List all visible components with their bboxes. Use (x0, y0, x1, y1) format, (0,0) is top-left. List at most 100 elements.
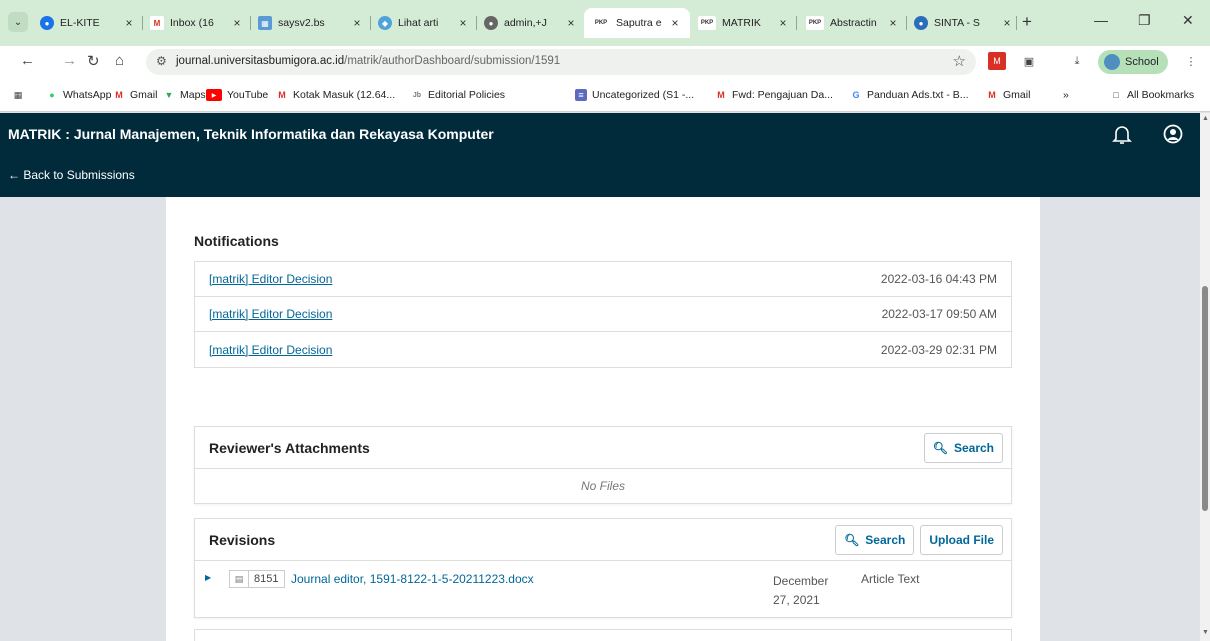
all-bookmarks[interactable]: □ All Bookmarks (1110, 89, 1194, 101)
notification-date: 2022-03-16 04:43 PM (880, 272, 997, 286)
list-item: [matrik] Editor Decision 2022-03-17 09:5… (195, 297, 1011, 332)
reviewer-attachments-panel: Reviewer's Attachments 🔍︎ Search No Files (194, 426, 1012, 504)
tab-title: MATRIK (722, 17, 761, 29)
scroll-down-icon[interactable]: ▼ (1202, 629, 1209, 636)
file-name-link[interactable]: Journal editor, 1591-8122-1-5-20211223.d… (291, 572, 534, 586)
next-panel (194, 629, 1012, 641)
diamond-icon: ◆ (378, 16, 392, 30)
browser-tab[interactable]: ● SINTA - S × (914, 12, 1014, 34)
whatsapp-icon: ● (49, 90, 55, 100)
pkp-icon: PKP (592, 16, 610, 30)
restore-icon[interactable]: ❐ (1138, 12, 1151, 29)
close-icon[interactable]: × (886, 16, 900, 30)
bookmark-fwd[interactable]: M Fwd: Pengajuan Da... (715, 89, 833, 101)
upload-file-button[interactable]: Upload File (920, 524, 1003, 555)
reviewer-attachments-title: Reviewer's Attachments (209, 439, 370, 456)
bookmark-panduan[interactable]: G Panduan Ads.txt - B... (850, 89, 968, 101)
download-icon[interactable]: ⤓ (1068, 52, 1086, 70)
browser-tab[interactable]: ◆ Lihat arti × (378, 12, 470, 34)
close-icon[interactable]: × (456, 16, 470, 30)
menu-kebab-icon[interactable]: ⋮ (1182, 52, 1200, 70)
page-scrollbar[interactable]: ▲ ▼ (1200, 113, 1210, 641)
close-window-icon[interactable]: ✕ (1182, 12, 1194, 29)
close-icon[interactable]: × (1000, 16, 1014, 30)
bookmark-editorial-policies[interactable]: Jb Editorial Policies (411, 89, 505, 101)
notification-link[interactable]: [matrik] Editor Decision (209, 307, 332, 321)
revisions-search-button[interactable]: 🔍︎ Search (835, 524, 915, 555)
gmail-icon: M (278, 90, 286, 100)
browser-tab[interactable]: PKP MATRIK × (698, 12, 790, 34)
bookmark-star-icon[interactable]: ☆ (953, 52, 966, 70)
user-account-icon[interactable] (1163, 124, 1183, 144)
profile-button[interactable]: School (1098, 50, 1168, 74)
bookmark-gmail-2[interactable]: M Gmail (986, 89, 1030, 101)
url-text: journal.universitasbumigora.ac.id/matrik… (176, 55, 561, 67)
scrollbar-thumb[interactable] (1202, 286, 1208, 511)
profile-label: School (1125, 56, 1159, 68)
notifications-title: Notifications (194, 233, 279, 249)
expand-triangle-icon[interactable]: ▶ (205, 573, 211, 582)
browser-tab[interactable]: M Inbox (16 × (150, 12, 244, 34)
browser-tab[interactable]: ● admin,+J × (484, 12, 578, 34)
bookmark-whatsapp[interactable]: ● WhatsApp (46, 89, 111, 101)
close-icon[interactable]: × (350, 16, 364, 30)
browser-tab[interactable]: ▦ saysv2.bs × (258, 12, 364, 34)
bookmarks-bar: ▦ ● WhatsApp M Gmail ▼ Maps ▶ YouTube M Kotak… (0, 78, 1210, 112)
search-icon: 🔍︎ (844, 532, 860, 547)
gmail-icon: M (988, 90, 996, 100)
close-icon[interactable]: × (668, 16, 682, 30)
back-arrow-icon[interactable]: ← (20, 52, 35, 69)
reviewer-attachments-search-button[interactable]: 🔍︎ Search (923, 432, 1003, 463)
gmail-icon: M (150, 16, 164, 30)
tab-title: saysv2.bs (278, 17, 325, 29)
home-icon[interactable]: ⌂ (115, 52, 124, 69)
list-icon: ≡ (575, 89, 587, 101)
bookmark-gmail[interactable]: M Gmail (113, 89, 157, 101)
bookmark-youtube[interactable]: ▶ YouTube (206, 89, 268, 101)
no-files-message: No Files (580, 479, 625, 493)
minimize-icon[interactable]: — (1094, 12, 1108, 28)
submission-content: Notifications [matrik] Editor Decision 2… (166, 197, 1040, 641)
close-icon[interactable]: × (776, 16, 790, 30)
extension-icon[interactable]: M (988, 52, 1006, 70)
extensions-puzzle-icon[interactable]: ▣ (1020, 52, 1038, 70)
globe-icon: ● (40, 16, 54, 30)
tab-title: SINTA - S (934, 17, 980, 29)
close-icon[interactable]: × (230, 16, 244, 30)
bookmark-maps[interactable]: ▼ Maps (163, 89, 206, 101)
site-info-icon[interactable]: ⚙ (156, 54, 167, 68)
notification-date: 2022-03-29 02:31 PM (880, 342, 997, 357)
close-icon[interactable]: × (564, 16, 578, 30)
browser-tab-active[interactable]: PKP Saputra e × (584, 8, 690, 38)
folder-icon: □ (1113, 90, 1119, 100)
table-row: ▶ ▤ 8151 Journal editor, 1591-8122-1-5-2… (195, 561, 1011, 617)
reload-icon[interactable]: ↻ (87, 52, 100, 70)
apps-grid-icon[interactable]: ▦ (12, 89, 29, 101)
back-to-submissions-link[interactable]: ← Back to Submissions (8, 168, 135, 182)
bookmark-kotak-masuk[interactable]: M Kotak Masuk (12.64... (276, 89, 395, 101)
close-icon[interactable]: × (122, 16, 136, 30)
pkp-icon: PKP (806, 16, 824, 30)
browser-tab[interactable]: ● EL-KITE × (40, 12, 136, 34)
bell-icon[interactable] (1112, 123, 1132, 145)
more-bookmarks-icon[interactable]: » (1063, 89, 1069, 101)
app-icon: ▦ (258, 16, 272, 30)
tab-search-button[interactable]: ⌄ (8, 12, 28, 32)
file-id: 8151 (248, 570, 286, 588)
journal-icon: Jb (412, 91, 422, 99)
scroll-up-icon[interactable]: ▲ (1202, 115, 1209, 122)
list-item: [matrik] Editor Decision 2022-03-16 04:4… (195, 262, 1011, 297)
address-bar[interactable]: ⚙ journal.universitasbumigora.ac.id/matr… (146, 49, 976, 75)
tab-title: Abstractin (830, 17, 877, 29)
search-icon: 🔍︎ (932, 440, 948, 455)
new-tab-plus-icon[interactable]: + (1022, 12, 1032, 32)
forward-arrow-icon[interactable]: → (62, 52, 77, 69)
notification-link[interactable]: [matrik] Editor Decision (209, 272, 332, 286)
browser-toolbar: ← → ↻ ⌂ ⚙ journal.universitasbumigora.ac… (0, 46, 1210, 78)
globe-icon: ● (484, 16, 498, 30)
gmail-icon: M (115, 90, 123, 100)
notification-link[interactable]: [matrik] Editor Decision (209, 343, 332, 357)
bookmark-uncategorized[interactable]: ≡ Uncategorized (S1 -... (575, 89, 694, 101)
tab-title: Lihat arti (398, 17, 439, 29)
browser-tab[interactable]: PKP Abstractin × (806, 12, 900, 34)
